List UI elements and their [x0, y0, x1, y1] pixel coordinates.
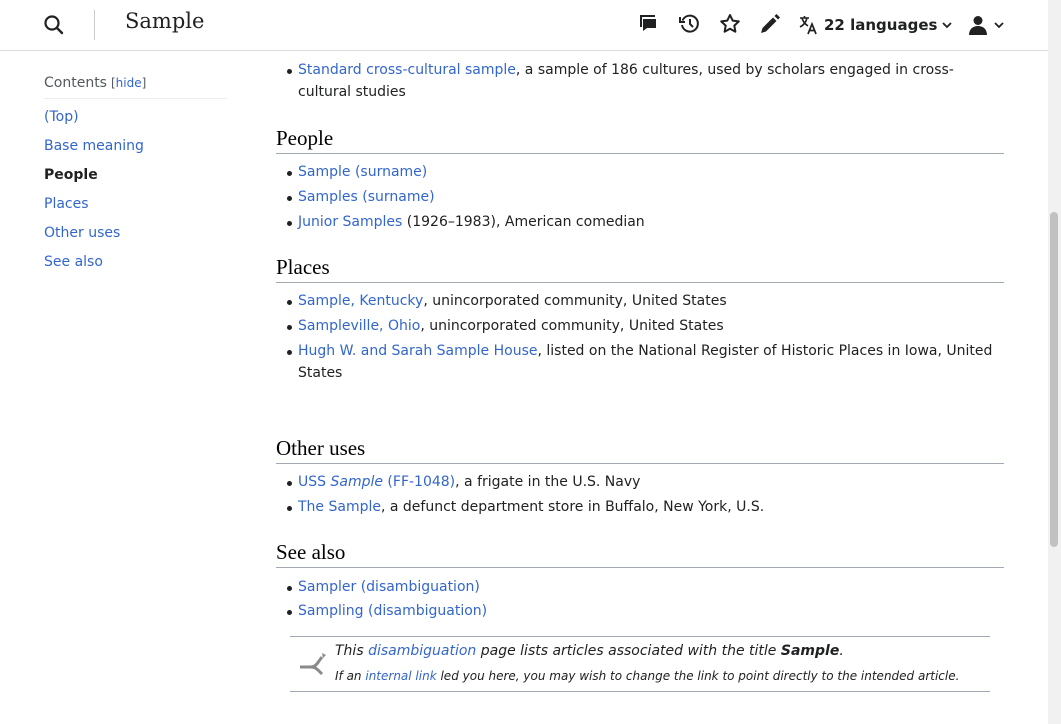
- article-link[interactable]: Sample (surname): [298, 164, 427, 180]
- toc-title: Contents: [44, 75, 107, 91]
- dab-text: This: [335, 643, 369, 659]
- item-text: , a sample of 186 cultures, used by scho…: [515, 62, 954, 78]
- toc-list: (Top) Base meaning People Places Other u…: [44, 103, 227, 277]
- history-icon: [679, 14, 699, 33]
- page-header: Sample 22 languages: [0, 0, 1048, 51]
- history-button[interactable]: [678, 12, 702, 36]
- toc-item-people[interactable]: People: [44, 161, 227, 190]
- list-item: Sampling (disambiguation): [276, 600, 1004, 622]
- language-label: 22 languages: [824, 16, 938, 34]
- section-heading-other-uses: Other uses: [276, 435, 1004, 464]
- article-link[interactable]: Sampleville, Ohio: [298, 318, 420, 334]
- user-icon: [969, 16, 987, 35]
- edit-pencil-icon: [761, 14, 780, 33]
- places-list: Sample, Kentucky, unincorporated communi…: [276, 290, 1004, 384]
- article-link[interactable]: Sampling (disambiguation): [298, 603, 487, 619]
- article-link[interactable]: Sample, Kentucky: [298, 293, 423, 309]
- people-list: Sample (surname) Samples (surname) Junio…: [276, 161, 1004, 233]
- header-divider: [94, 10, 95, 40]
- section-heading-see-also: See also: [276, 539, 1004, 568]
- item-text: , unincorporated community, United State…: [420, 318, 724, 334]
- user-menu-button[interactable]: [966, 12, 1006, 38]
- article-link[interactable]: Hugh W. and Sarah Sample House: [298, 343, 537, 359]
- toc-link[interactable]: (Top): [44, 109, 79, 125]
- toc-header: Contents [hide]: [44, 75, 227, 99]
- article-link[interactable]: USS Sample (FF-1048): [298, 474, 455, 490]
- disambiguation-subtext: If an internal link led you here, you ma…: [335, 669, 959, 683]
- see-also-list: Sampler (disambiguation) Sampling (disam…: [276, 576, 1004, 622]
- toc-link[interactable]: Places: [44, 196, 89, 212]
- link-part-italic: Sample: [330, 474, 383, 490]
- table-of-contents: Contents [hide] (Top) Base meaning Peopl…: [44, 75, 227, 277]
- dab-title: Sample: [780, 643, 840, 659]
- list-item: Sampler (disambiguation): [276, 576, 1004, 598]
- link-part: (FF-1048): [382, 474, 456, 490]
- internal-link[interactable]: internal link: [365, 669, 436, 683]
- toc-link-active[interactable]: People: [44, 167, 98, 183]
- toc-item-base-meaning[interactable]: Base meaning: [44, 132, 227, 161]
- item-text: , a defunct department store in Buffalo,…: [380, 499, 765, 515]
- dab-text: page lists articles associated with the …: [476, 643, 781, 659]
- chevron-down-icon: [942, 22, 953, 29]
- article-link[interactable]: Standard cross-cultural sample: [298, 62, 516, 78]
- search-icon: [44, 15, 64, 35]
- article-link[interactable]: Junior Samples: [298, 214, 402, 230]
- page-title: Sample: [125, 9, 205, 33]
- list-item: USS Sample (FF-1048), a frigate in the U…: [276, 471, 1004, 493]
- talk-button[interactable]: [638, 12, 662, 36]
- toc-hide-wrapper: [hide]: [111, 76, 146, 90]
- talk-icon: [640, 15, 656, 31]
- item-text: , listed on the National Register of His…: [537, 343, 993, 359]
- language-button[interactable]: 22 languages: [798, 12, 954, 38]
- watch-star-icon: [720, 14, 740, 33]
- dab-text: .: [839, 643, 844, 659]
- item-text: , unincorporated community, United State…: [423, 293, 727, 309]
- toc-link[interactable]: Other uses: [44, 225, 120, 241]
- article-link[interactable]: The Sample: [298, 499, 381, 515]
- list-item: Standard cross-cultural sample, a sample…: [276, 59, 1004, 103]
- section-heading-places: Places: [276, 254, 1004, 283]
- list-item: Sampleville, Ohio, unincorporated commun…: [276, 315, 1004, 337]
- article-link[interactable]: Sampler (disambiguation): [298, 579, 480, 595]
- disambiguation-link[interactable]: disambiguation: [368, 643, 476, 659]
- list-item: Hugh W. and Sarah Sample House, listed o…: [276, 340, 1004, 384]
- disambiguation-icon: [300, 653, 326, 676]
- other-uses-list: USS Sample (FF-1048), a frigate in the U…: [276, 471, 1004, 518]
- section-heading-people: People: [276, 125, 1004, 154]
- dab-text: led you here, you may wish to change the…: [436, 669, 960, 683]
- item-text: States: [298, 365, 343, 381]
- toc-item-see-also[interactable]: See also: [44, 248, 227, 277]
- list-item: Sample, Kentucky, unincorporated communi…: [276, 290, 1004, 312]
- scrollbar-thumb[interactable]: [1050, 212, 1058, 547]
- dab-text: If an: [335, 669, 366, 683]
- article-link[interactable]: Samples (surname): [298, 189, 435, 205]
- toc-link[interactable]: See also: [44, 254, 103, 270]
- edit-button[interactable]: [758, 12, 782, 36]
- language-icon: [799, 16, 817, 35]
- toc-bracket-close: ]: [141, 76, 147, 90]
- chevron-down-icon: [994, 22, 1004, 29]
- item-text: , a frigate in the U.S. Navy: [455, 474, 641, 490]
- item-text: cultural studies: [298, 84, 406, 100]
- toc-item-top[interactable]: (Top): [44, 103, 227, 132]
- list-item: Samples (surname): [276, 186, 1004, 208]
- link-part: USS: [298, 474, 331, 490]
- toc-item-places[interactable]: Places: [44, 190, 227, 219]
- toc-item-other-uses[interactable]: Other uses: [44, 219, 227, 248]
- disambiguation-text: This disambiguation page lists articles …: [335, 643, 844, 659]
- list-item: Sample (surname): [276, 161, 1004, 183]
- list-item: The Sample, a defunct department store i…: [276, 496, 1004, 518]
- watch-button[interactable]: [718, 12, 742, 36]
- disambiguation-notice: This disambiguation page lists articles …: [290, 636, 990, 692]
- list-item: Junior Samples (1926–1983), American com…: [276, 211, 1004, 233]
- toc-hide-button[interactable]: hide: [116, 76, 142, 90]
- item-text: (1926–1983), American comedian: [402, 214, 645, 230]
- search-button[interactable]: [41, 12, 67, 38]
- toc-link[interactable]: Base meaning: [44, 138, 144, 154]
- base-meaning-list: Standard cross-cultural sample, a sample…: [276, 59, 1004, 103]
